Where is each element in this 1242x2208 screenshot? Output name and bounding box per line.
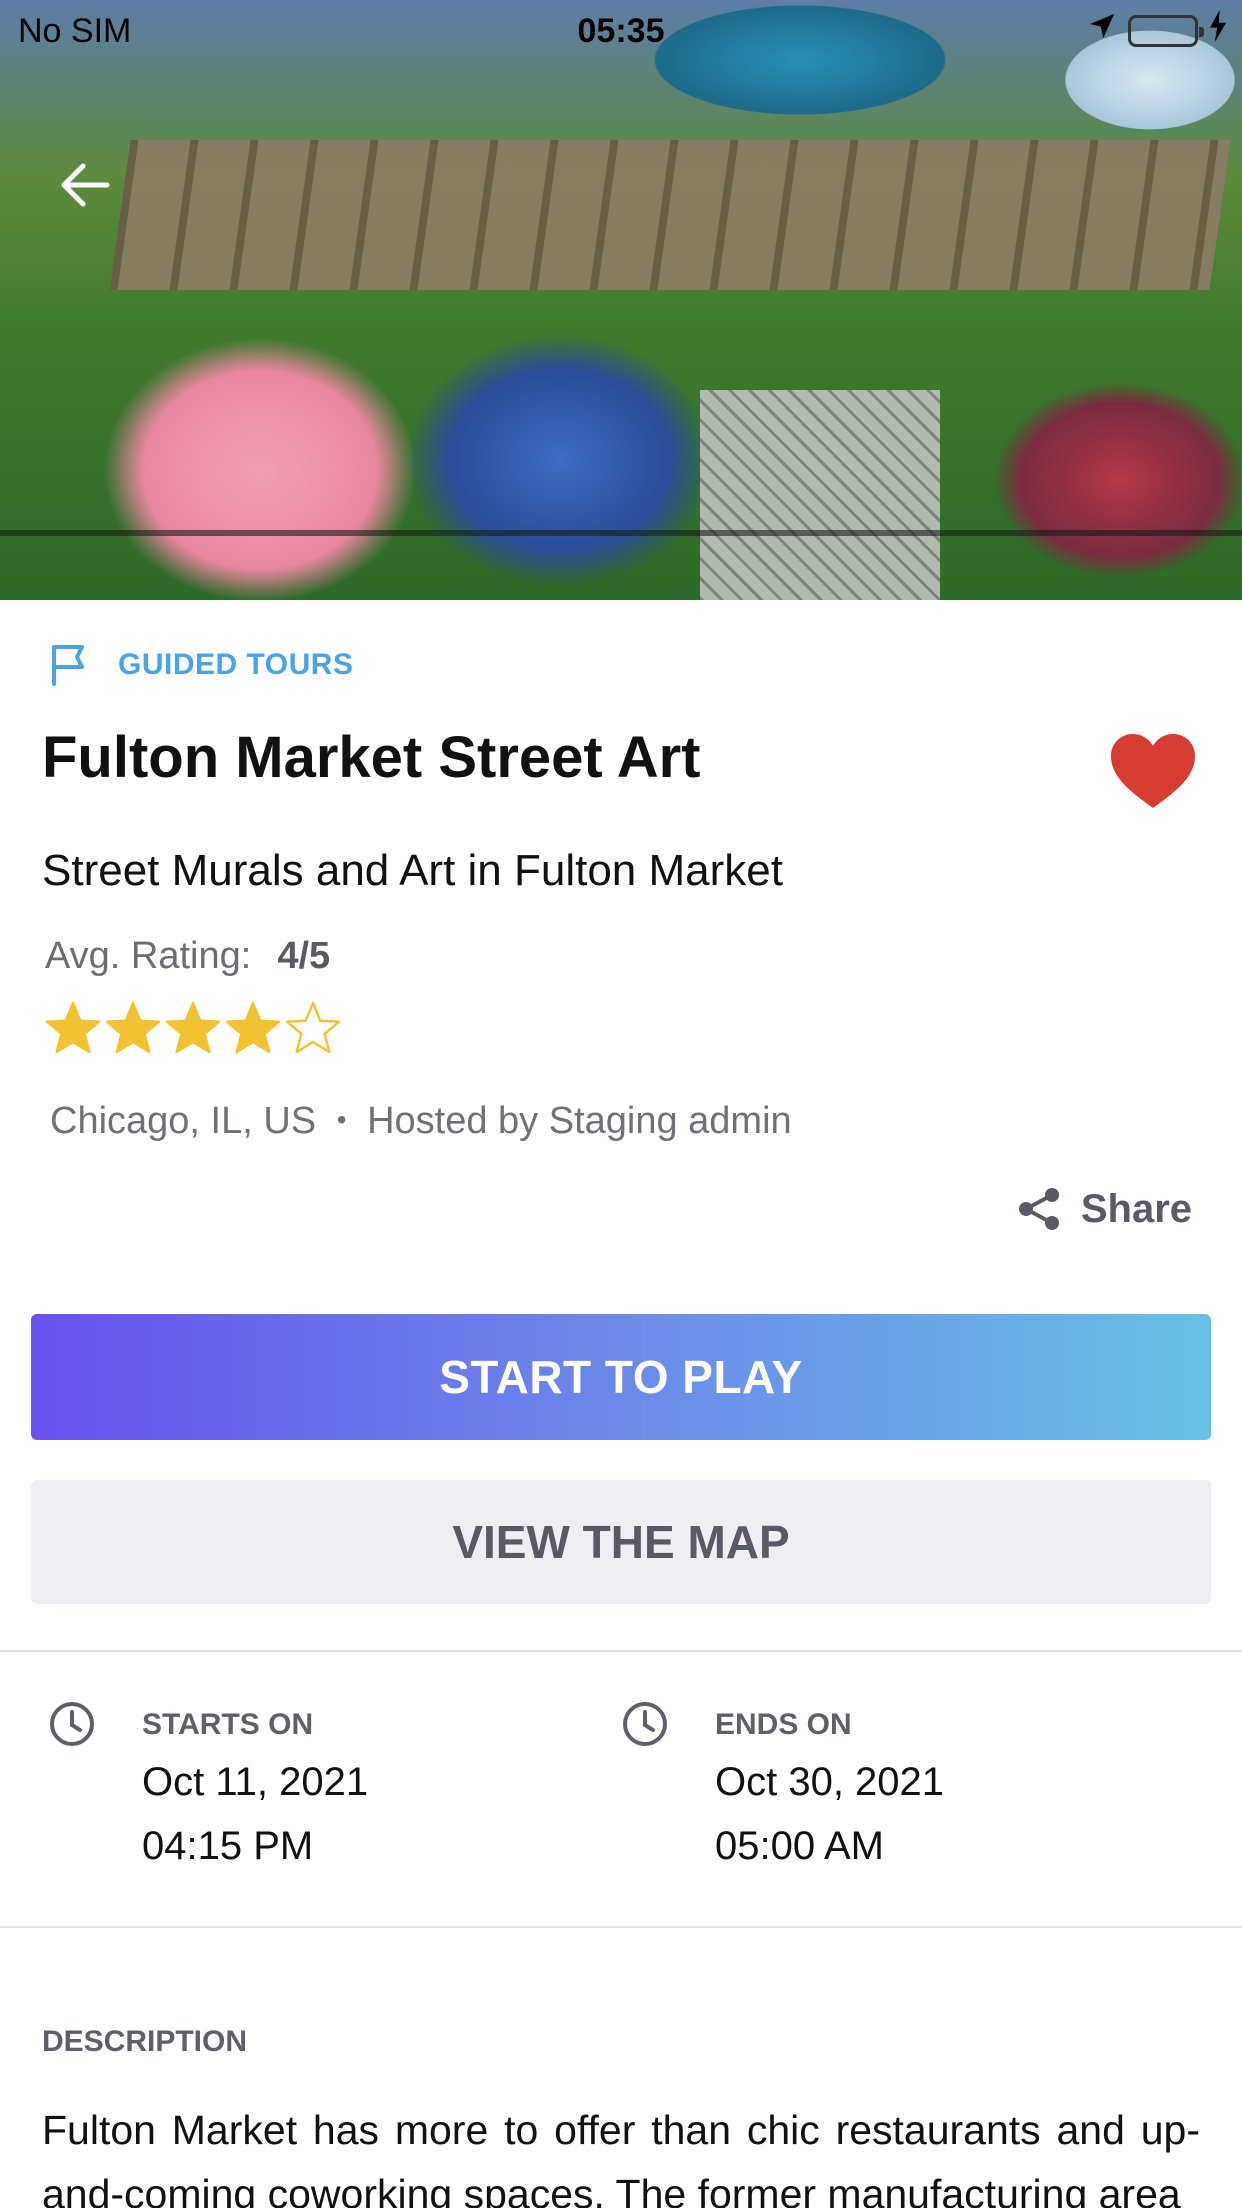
star-filled-icon [45, 1001, 101, 1054]
share-icon [1018, 1188, 1059, 1230]
ends-on-time: 05:00 AM [715, 1824, 885, 1868]
start-to-play-button[interactable]: START TO PLAY [31, 1314, 1211, 1440]
heart-icon [1111, 734, 1195, 808]
hero-awning [109, 140, 1231, 290]
hero-rail [0, 530, 1242, 536]
view-the-map-button[interactable]: VIEW THE MAP [31, 1480, 1211, 1604]
description-text: Fulton Market has more to offer than chi… [42, 2107, 1200, 2208]
share-button[interactable]: Share [1017, 1186, 1192, 1232]
avg-rating: Avg. Rating: 4/5 [45, 935, 330, 978]
description-label: DESCRIPTION [42, 2025, 248, 2058]
star-empty-icon [285, 1001, 341, 1054]
starts-on-date: Oct 11, 2021 [142, 1760, 369, 1804]
rating-label: Avg. Rating: [45, 935, 252, 977]
flag-icon [52, 645, 84, 686]
rating-stars [44, 1000, 342, 1056]
rating-value: 4/5 [277, 935, 331, 977]
event-subtitle: Street Murals and Art in Fulton Market [42, 846, 783, 895]
status-bar: No SIM 05:35 [0, 0, 1242, 60]
category-label: GUIDED TOURS [118, 648, 354, 681]
divider [0, 1650, 1242, 1652]
event-title: Fulton Market Street Art [42, 725, 701, 790]
status-right [1086, 10, 1228, 51]
event-host: Hosted by Staging admin [367, 1100, 792, 1142]
favorite-button[interactable] [1108, 732, 1198, 812]
charging-bolt-icon [1208, 10, 1228, 51]
ends-on-date: Oct 30, 2021 [715, 1760, 945, 1804]
event-location: Chicago, IL, US [50, 1100, 317, 1142]
battery-icon [1128, 14, 1204, 47]
clock-icon [623, 1702, 667, 1746]
back-button[interactable] [50, 150, 120, 220]
event-category: GUIDED TOURS [50, 644, 353, 686]
star-filled-icon [105, 1001, 161, 1054]
share-label: Share [1080, 1186, 1192, 1231]
divider [0, 1926, 1242, 1928]
arrow-left-icon [61, 163, 110, 207]
starts-on-time: 04:15 PM [142, 1824, 314, 1868]
meta-separator: • [336, 1104, 347, 1135]
starts-on-label: STARTS ON [142, 1708, 314, 1741]
clock-icon [50, 1702, 94, 1746]
ends-on-label: ENDS ON [715, 1708, 852, 1741]
event-meta: Chicago, IL, US • Hosted by Staging admi… [50, 1100, 792, 1143]
star-filled-icon [165, 1001, 221, 1054]
hero-door [700, 390, 940, 600]
hero-image [0, 0, 1242, 600]
location-arrow-icon [1086, 10, 1118, 51]
star-filled-icon [225, 1001, 281, 1054]
clock-time: 05:35 [577, 12, 665, 50]
